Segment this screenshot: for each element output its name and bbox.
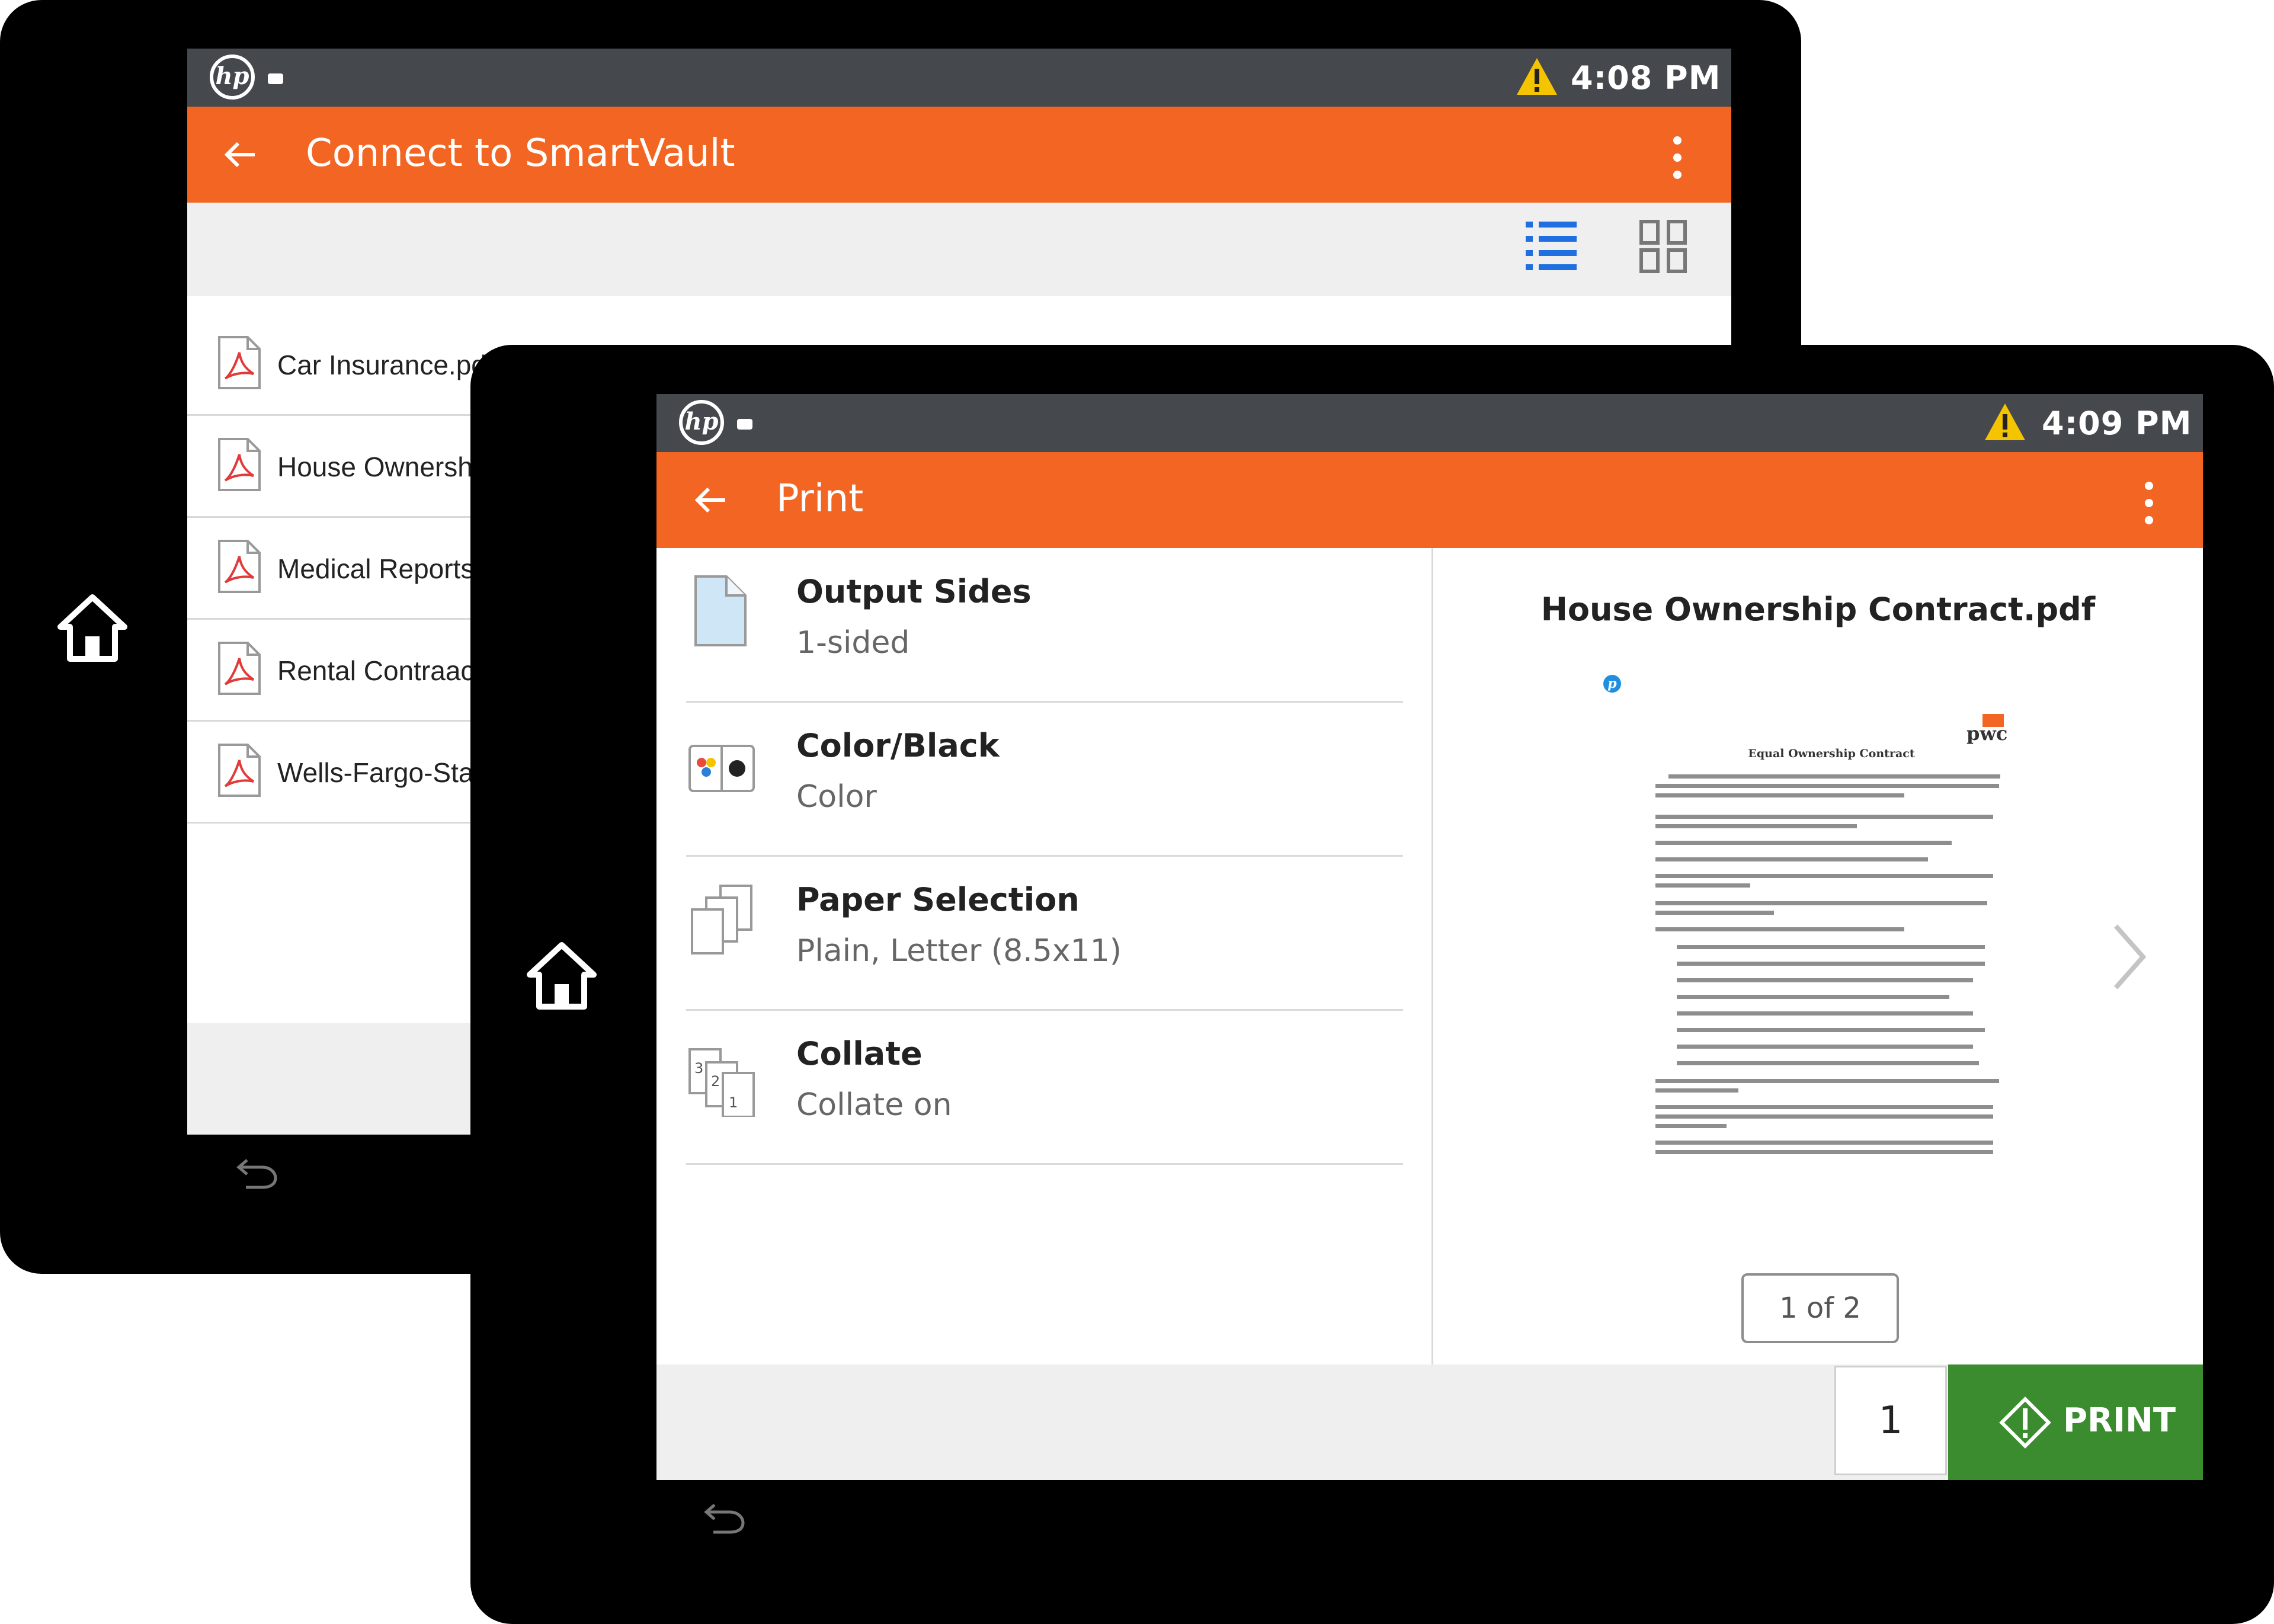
- print-start-icon: [1999, 1396, 2051, 1449]
- status-time: 4:08 PM: [1571, 59, 1721, 97]
- doc-text-line: [1655, 1079, 1999, 1083]
- doc-text-line: [1677, 945, 1985, 949]
- pdf-file-icon: [218, 336, 261, 389]
- doc-text-line: [1655, 815, 1993, 819]
- hp-logo-icon: hp: [679, 400, 724, 445]
- setting-title: Color/Black: [796, 727, 1000, 764]
- svg-text:1: 1: [729, 1094, 738, 1111]
- document-thumbnail[interactable]: p pwc Equal Ownership Contract: [1603, 667, 2060, 1229]
- warning-icon: [1985, 403, 2025, 440]
- front-screen: hp 4:09 PM Print Output Sides 1-sided Co…: [656, 394, 2203, 1480]
- paper-selection-icon: [691, 885, 752, 954]
- doc-text-line: [1655, 857, 1928, 861]
- doc-text-line: [1655, 793, 1904, 797]
- doc-text-line: [1655, 1124, 1727, 1128]
- list-view-icon[interactable]: [1524, 218, 1578, 275]
- doc-text-line: [1655, 927, 1904, 931]
- svg-text:3: 3: [694, 1060, 703, 1077]
- setting-title: Collate: [796, 1035, 923, 1072]
- pdf-file-icon: [218, 642, 261, 695]
- page-indicator: 1 of 2: [1741, 1273, 1899, 1343]
- status-bar: hp 4:08 PM: [187, 49, 1731, 107]
- setting-title: Paper Selection: [796, 881, 1080, 918]
- print-label: PRINT: [2063, 1401, 2176, 1440]
- title-bar: Connect to SmartVault: [187, 107, 1731, 203]
- status-time: 4:09 PM: [2042, 405, 2192, 442]
- title-bar: Print: [656, 452, 2203, 548]
- doc-text-line: [1655, 1105, 1993, 1109]
- doc-text-line: [1677, 962, 1985, 966]
- doc-text-line: [1655, 1141, 1993, 1145]
- pdf-file-icon: [218, 744, 261, 797]
- preview-pane: House Ownership Contract.pdf p pwc Equal…: [1433, 548, 2203, 1364]
- pdf-file-icon: [218, 540, 261, 593]
- doc-text-line: [1655, 901, 1987, 905]
- back-arrow-icon[interactable]: [694, 486, 726, 514]
- undo-back-icon[interactable]: [702, 1500, 749, 1536]
- doc-logo-icon: p: [1603, 675, 1621, 693]
- file-name: Car Insurance.pdf: [277, 350, 494, 380]
- setting-value: Plain, Letter (8.5x11): [796, 933, 1122, 969]
- action-bar: 1 PRINT: [656, 1364, 2203, 1480]
- doc-text-line: [1677, 1028, 1985, 1032]
- more-options-icon[interactable]: [1673, 136, 1682, 188]
- more-options-icon[interactable]: [2145, 482, 2153, 533]
- setting-title: Output Sides: [796, 573, 1032, 610]
- back-arrow-icon[interactable]: [224, 141, 256, 168]
- doc-text-line: [1655, 883, 1750, 888]
- warning-icon: [1517, 58, 1557, 95]
- settings-list: Output Sides 1-sided Color/Black Color P…: [656, 548, 1433, 1364]
- status-bar: hp 4:09 PM: [656, 394, 2203, 452]
- doc-text-line: [1655, 1114, 1993, 1119]
- svg-text:2: 2: [711, 1073, 720, 1090]
- doc-brand-mark-icon: [1982, 714, 2004, 727]
- color-black-icon: [688, 745, 755, 792]
- page-title: Print: [776, 477, 864, 521]
- doc-text-line: [1655, 874, 1993, 878]
- copies-input[interactable]: 1: [1834, 1366, 1947, 1475]
- collate-icon: 3 2 1: [688, 1048, 755, 1117]
- setting-value: Color: [796, 779, 877, 815]
- page-title: Connect to SmartVault: [306, 132, 735, 175]
- doc-heading: Equal Ownership Contract: [1748, 747, 1915, 760]
- hp-logo-icon: hp: [210, 55, 255, 100]
- doc-text-line: [1655, 824, 1857, 828]
- pdf-file-icon: [218, 438, 261, 491]
- doc-text-line: [1655, 911, 1774, 915]
- doc-text-line: [1677, 978, 1973, 982]
- print-button[interactable]: PRINT: [1948, 1364, 2203, 1480]
- doc-text-line: [1655, 1088, 1738, 1093]
- doc-text-line: [1677, 995, 1949, 999]
- home-icon[interactable]: [525, 940, 598, 1010]
- doc-text-line: [1677, 1011, 1973, 1016]
- output-sides-setting[interactable]: Output Sides 1-sided: [686, 548, 1403, 703]
- doc-text-line: [1668, 774, 2000, 779]
- paper-selection-setting[interactable]: Paper Selection Plain, Letter (8.5x11): [686, 856, 1403, 1011]
- home-icon[interactable]: [56, 592, 129, 662]
- status-icon: [268, 73, 283, 84]
- collate-setting[interactable]: 3 2 1 Collate Collate on: [686, 1010, 1403, 1165]
- setting-value: Collate on: [796, 1087, 952, 1123]
- doc-text-line: [1655, 784, 1999, 788]
- next-page-icon[interactable]: [2109, 921, 2150, 992]
- doc-text-line: [1655, 841, 1952, 845]
- preview-file-name: House Ownership Contract.pdf: [1540, 591, 2096, 628]
- color-black-setting[interactable]: Color/Black Color: [686, 702, 1403, 857]
- doc-text-line: [1677, 1061, 1979, 1065]
- doc-text-line: [1677, 1045, 1973, 1049]
- undo-back-icon[interactable]: [234, 1155, 281, 1191]
- status-icon: [737, 419, 752, 430]
- doc-text-line: [1655, 1150, 1993, 1154]
- front-device: hp 4:09 PM Print Output Sides 1-sided Co…: [470, 345, 2274, 1624]
- output-sides-icon: [694, 575, 747, 646]
- grid-view-icon[interactable]: [1639, 219, 1687, 274]
- view-toolbar: [187, 203, 1731, 296]
- setting-value: 1-sided: [796, 625, 910, 661]
